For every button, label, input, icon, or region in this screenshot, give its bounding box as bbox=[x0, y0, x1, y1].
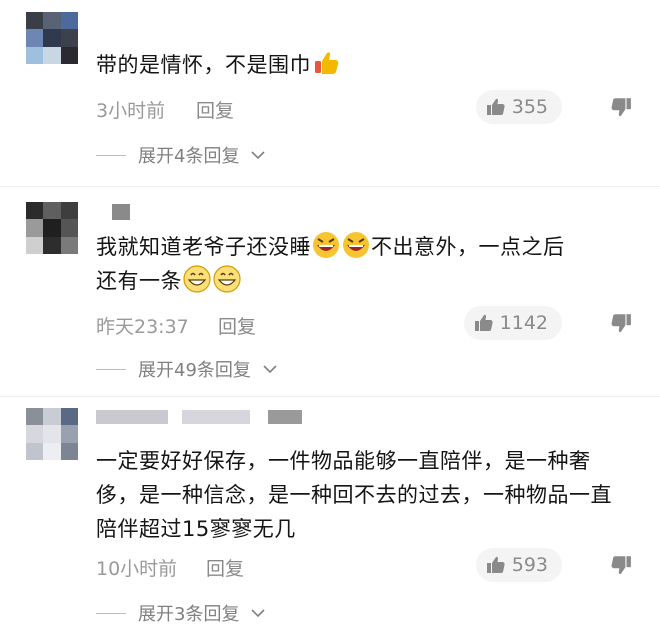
comment-2: 我就知道老爷子还没睡 不出意外，一点之后 还有一条 昨天23:37 回复 114… bbox=[0, 190, 660, 390]
grin-emoji-icon bbox=[213, 265, 241, 293]
like-count: 1142 bbox=[499, 312, 548, 334]
expand-replies[interactable]: 展开3条回复 bbox=[96, 600, 266, 626]
reply-button[interactable]: 回复 bbox=[206, 554, 244, 581]
thumbs-up-emoji-icon bbox=[315, 52, 339, 74]
avatar[interactable] bbox=[26, 12, 78, 64]
expand-replies[interactable]: 展开4条回复 bbox=[96, 142, 266, 168]
expand-label: 展开4条回复 bbox=[138, 146, 240, 167]
expand-line bbox=[96, 154, 126, 156]
like-count: 355 bbox=[511, 96, 548, 118]
laughing-emoji-icon bbox=[343, 232, 369, 258]
chevron-down-icon bbox=[251, 151, 266, 160]
like-button[interactable]: 355 bbox=[475, 90, 562, 124]
username-redacted bbox=[96, 410, 168, 424]
divider bbox=[0, 186, 660, 187]
chevron-down-icon bbox=[263, 365, 277, 374]
thumbs-down-icon[interactable] bbox=[610, 554, 632, 576]
expand-line bbox=[96, 368, 126, 370]
thumbs-down-icon[interactable] bbox=[610, 312, 632, 334]
like-button[interactable]: 593 bbox=[475, 548, 562, 582]
thumbs-down-icon[interactable] bbox=[610, 96, 632, 118]
comment-3: 一定要好好保存，一件物品能够一直陪伴，是一种奢侈，是一种信念，是一种回不去的过去… bbox=[0, 400, 660, 638]
username-redacted bbox=[182, 410, 250, 424]
thumbs-up-icon bbox=[486, 556, 505, 573]
grin-emoji-icon bbox=[183, 265, 211, 293]
like-button[interactable]: 1142 bbox=[463, 306, 562, 340]
thumbs-up-icon bbox=[486, 98, 505, 115]
like-count: 593 bbox=[511, 554, 548, 576]
expand-label: 展开3条回复 bbox=[138, 604, 240, 625]
comment-1: 带的是情怀，不是围巾 3小时前 回复 355 展开4条回复 bbox=[0, 0, 660, 180]
expand-label: 展开49条回复 bbox=[138, 360, 251, 381]
username-redacted bbox=[268, 410, 302, 424]
avatar[interactable] bbox=[26, 408, 78, 460]
comment-text: 带的是情怀，不是围巾 bbox=[96, 48, 636, 82]
reply-button[interactable]: 回复 bbox=[196, 96, 234, 123]
comment-time: 10小时前 bbox=[96, 558, 178, 580]
expand-line bbox=[96, 612, 126, 614]
avatar[interactable] bbox=[26, 202, 78, 254]
comment-text: 我就知道老爷子还没睡 不出意外，一点之后 还有一条 bbox=[96, 230, 636, 298]
thumbs-up-icon bbox=[474, 314, 493, 331]
divider bbox=[0, 396, 660, 397]
comment-time: 3小时前 bbox=[96, 100, 166, 122]
comment-text: 一定要好好保存，一件物品能够一直陪伴，是一种奢侈，是一种信念，是一种回不去的过去… bbox=[96, 449, 612, 541]
expand-replies[interactable]: 展开49条回复 bbox=[96, 356, 277, 382]
laughing-emoji-icon bbox=[313, 232, 339, 258]
reply-button[interactable]: 回复 bbox=[218, 312, 256, 339]
username-redacted bbox=[112, 204, 130, 220]
chevron-down-icon bbox=[251, 609, 266, 618]
comment-time: 昨天23:37 bbox=[96, 316, 189, 338]
